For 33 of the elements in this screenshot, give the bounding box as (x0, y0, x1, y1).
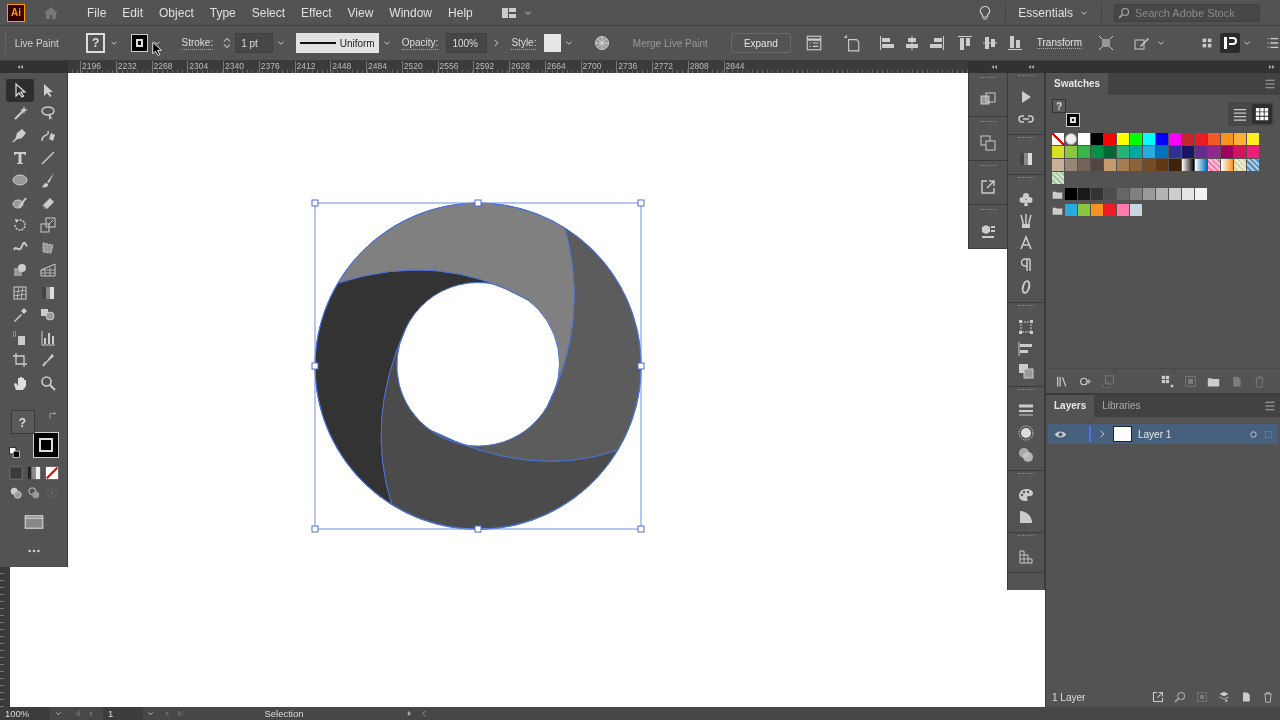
opacity-field[interactable]: 100% (446, 33, 488, 53)
toolbar-button[interactable]: Expand (730, 33, 791, 53)
menu-item[interactable]: Type (201, 5, 244, 20)
fill-swatch[interactable]: ? (10, 410, 35, 434)
stroke-profile-dropdown[interactable]: Uniform (295, 33, 379, 53)
panel-tab[interactable]: Libraries (1094, 395, 1149, 417)
menu-item[interactable]: View (339, 5, 382, 20)
zoom-field[interactable]: 100% (0, 707, 50, 720)
layer-row[interactable]: Layer 1 (1048, 424, 1278, 444)
fill-swatch[interactable]: ? (86, 33, 105, 53)
stroke-weight-field[interactable]: 1 pt (235, 33, 273, 53)
layer-name: Layer 1 (1138, 428, 1173, 440)
panel-tab[interactable]: Layers (1046, 395, 1095, 417)
fill-swatch[interactable]: ? (1052, 99, 1066, 113)
menu-item[interactable]: Effect (293, 5, 340, 20)
artboard-field[interactable]: 1 (103, 707, 143, 720)
style-label: Style: (511, 36, 537, 50)
menu-item[interactable]: Select (243, 5, 294, 20)
menu-item[interactable]: Edit (114, 5, 152, 20)
layer-count: 1 Layer (1052, 691, 1086, 703)
search-field[interactable]: Search Adobe Stock (1114, 3, 1260, 22)
app-logo: Ai (7, 3, 25, 22)
panel-tab[interactable]: Swatches (1046, 73, 1109, 95)
transform-link[interactable]: Transform (1036, 37, 1082, 49)
stroke-label[interactable]: Stroke: (181, 36, 214, 50)
menu-item[interactable]: Help (440, 5, 481, 20)
selection-label: Live Paint (14, 37, 60, 49)
menu-item[interactable]: File (79, 5, 115, 20)
opacity-label[interactable]: Opacity: (401, 36, 439, 50)
menu-item[interactable]: Window (381, 5, 441, 20)
menu-item[interactable]: Object (151, 5, 202, 20)
workspace-switcher[interactable]: Essentials (1018, 5, 1073, 20)
current-tool-label: Selection (263, 708, 305, 719)
